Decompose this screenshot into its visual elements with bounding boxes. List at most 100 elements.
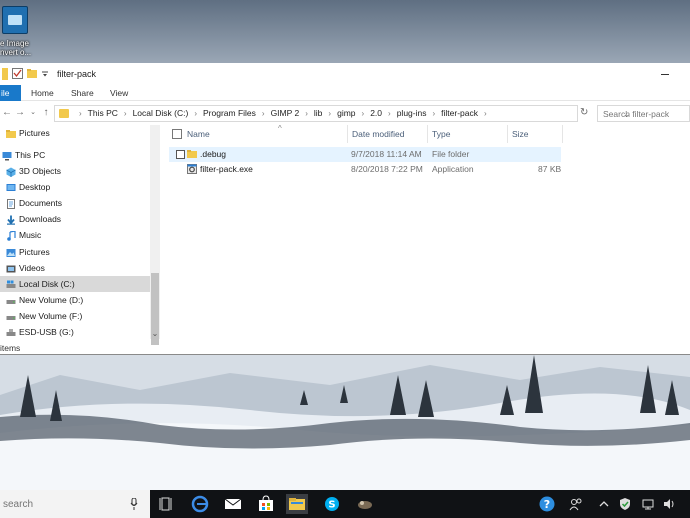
sidebar-item[interactable]: This PC (0, 147, 150, 163)
file-name: .debug (200, 149, 226, 159)
up-button[interactable]: ↑ (39, 106, 53, 120)
breadcrumb-separator-icon[interactable]: › (432, 109, 435, 118)
edge-icon[interactable] (189, 494, 211, 514)
sidebar-item[interactable]: Videos (0, 260, 150, 276)
tab-view[interactable]: View (110, 85, 128, 101)
title-bar[interactable]: filter-pack (0, 63, 690, 85)
taskbar: S ? (0, 490, 690, 518)
breadcrumb-separator-icon[interactable]: › (305, 109, 308, 118)
column-header-name[interactable]: Name ^ (185, 124, 348, 143)
sidebar-item[interactable]: New Volume (D:) (0, 292, 150, 308)
tab-share[interactable]: Share (71, 85, 94, 101)
sidebar-item[interactable]: 3D Objects (0, 163, 150, 179)
tab-file[interactable]: ile (0, 85, 21, 101)
breadcrumb-separator-icon[interactable]: › (388, 109, 391, 118)
breadcrumb-separator-icon[interactable]: › (194, 109, 197, 118)
taskbar-search-input[interactable] (0, 490, 120, 518)
sidebar-item-label: Pictures (19, 128, 50, 138)
properties-check-icon[interactable] (12, 68, 23, 79)
breadcrumb-separator-icon[interactable]: › (79, 109, 82, 118)
sidebar-item[interactable]: Documents (0, 195, 150, 211)
film-icon (6, 263, 16, 273)
breadcrumb-separator-icon[interactable]: › (262, 109, 265, 118)
help-icon[interactable]: ? (539, 496, 555, 512)
tab-home[interactable]: Home (31, 85, 54, 101)
desktop-icon (6, 182, 16, 192)
minimize-button[interactable] (655, 67, 675, 81)
column-header-type[interactable]: Type (428, 125, 508, 143)
sidebar-item-label: ESD-USB (G:) (19, 327, 74, 337)
scroll-down-arrow-icon[interactable]: ⌄ (151, 329, 159, 338)
gimp-icon[interactable] (354, 494, 376, 514)
breadcrumb-item[interactable]: Local Disk (C:) (133, 108, 189, 118)
file-explorer-icon[interactable] (286, 494, 308, 514)
new-folder-icon[interactable] (27, 68, 38, 79)
mail-icon[interactable] (222, 494, 244, 514)
forward-arrow-icon: → (15, 107, 25, 118)
breadcrumb-item[interactable]: 2.0 (370, 108, 382, 118)
breadcrumb-item[interactable]: GIMP 2 (271, 108, 300, 118)
desktop-shortcut-image-converter[interactable]: e Image nvert o... (0, 2, 40, 66)
sidebar-item[interactable]: Local Disk (C:) (0, 276, 150, 292)
sidebar-item[interactable]: New Volume (F:) (0, 308, 150, 324)
search-box[interactable] (597, 105, 690, 122)
svg-text:S: S (328, 500, 335, 511)
chevron-up-icon[interactable] (597, 497, 611, 511)
skype-icon[interactable]: S (321, 494, 343, 514)
file-explorer-window: filter-pack ile Home Share View ← → ⌄ ↑ … (0, 63, 690, 355)
volume-icon[interactable] (662, 497, 676, 511)
sidebar-item[interactable]: Desktop (0, 179, 150, 195)
network-icon[interactable] (641, 497, 655, 511)
breadcrumb-item[interactable]: gimp (337, 108, 355, 118)
select-all-checkbox[interactable] (172, 129, 182, 139)
sidebar-item[interactable]: Pictures (0, 125, 150, 141)
column-header-size[interactable]: Size (508, 125, 563, 143)
recent-locations-button[interactable]: ⌄ (26, 106, 40, 120)
row-checkbox[interactable] (176, 150, 185, 159)
forward-button[interactable]: → (13, 106, 27, 120)
refresh-icon[interactable]: ↻ (580, 107, 588, 118)
column-header-date[interactable]: Date modified (348, 125, 428, 143)
microphone-icon[interactable] (130, 498, 138, 510)
desktop-wallpaper-scenery (0, 355, 690, 490)
sidebar-item-label: 3D Objects (19, 166, 62, 176)
sidebar-item-label: Videos (19, 263, 45, 273)
desktop-shortcut-label-line1: e Image (0, 39, 29, 48)
breadcrumb-item[interactable]: Program Files (203, 108, 256, 118)
cube-icon (6, 166, 16, 177)
security-shield-icon[interactable] (618, 497, 632, 511)
table-row[interactable]: filter-pack.exe 8/20/2018 7:22 PM Applicat… (169, 162, 561, 177)
taskbar-search-box[interactable] (0, 490, 150, 518)
file-type: File folder (432, 149, 470, 159)
breadcrumb-item[interactable]: filter-pack (441, 108, 478, 118)
folder-icon (6, 128, 16, 138)
chevron-down-icon: ⌄ (30, 109, 36, 116)
sidebar-item[interactable]: Downloads (0, 211, 150, 227)
drive-icon (6, 311, 16, 321)
download-arrow-icon (6, 214, 16, 225)
breadcrumb-separator-icon[interactable]: › (124, 109, 127, 118)
breadcrumb-separator-icon[interactable]: › (362, 109, 365, 118)
address-bar[interactable]: › This PC › Local Disk (C:) › Program Files › G… (54, 105, 631, 122)
sidebar-item-label: Desktop (19, 182, 51, 192)
sidebar-item[interactable]: ESD-USB (G:) (0, 324, 150, 340)
navigation-pane: Pictures This PC 3D Objects Desktop Document… (0, 125, 160, 345)
sidebar-item[interactable]: Music (0, 227, 150, 243)
quick-access-dropdown-icon[interactable] (42, 68, 49, 79)
drive-icon (6, 295, 16, 305)
search-input[interactable] (598, 106, 688, 121)
sidebar-item[interactable]: Pictures (0, 244, 150, 260)
pictures-icon (6, 247, 16, 257)
store-icon[interactable] (255, 494, 277, 514)
back-arrow-icon: ← (2, 107, 12, 118)
people-icon[interactable] (569, 497, 583, 511)
breadcrumb-item[interactable]: lib (314, 108, 323, 118)
breadcrumb-separator-icon[interactable]: › (484, 109, 487, 118)
breadcrumb-item[interactable]: This PC (88, 108, 118, 118)
table-row[interactable]: .debug 9/7/2018 11:14 AM File folder (169, 147, 561, 162)
breadcrumb-separator-icon[interactable]: › (328, 109, 331, 118)
exe-gear-icon (187, 164, 197, 179)
breadcrumb-item[interactable]: plug-ins (397, 108, 427, 118)
task-view-icon[interactable] (156, 494, 178, 514)
back-button[interactable]: ← (0, 106, 14, 120)
